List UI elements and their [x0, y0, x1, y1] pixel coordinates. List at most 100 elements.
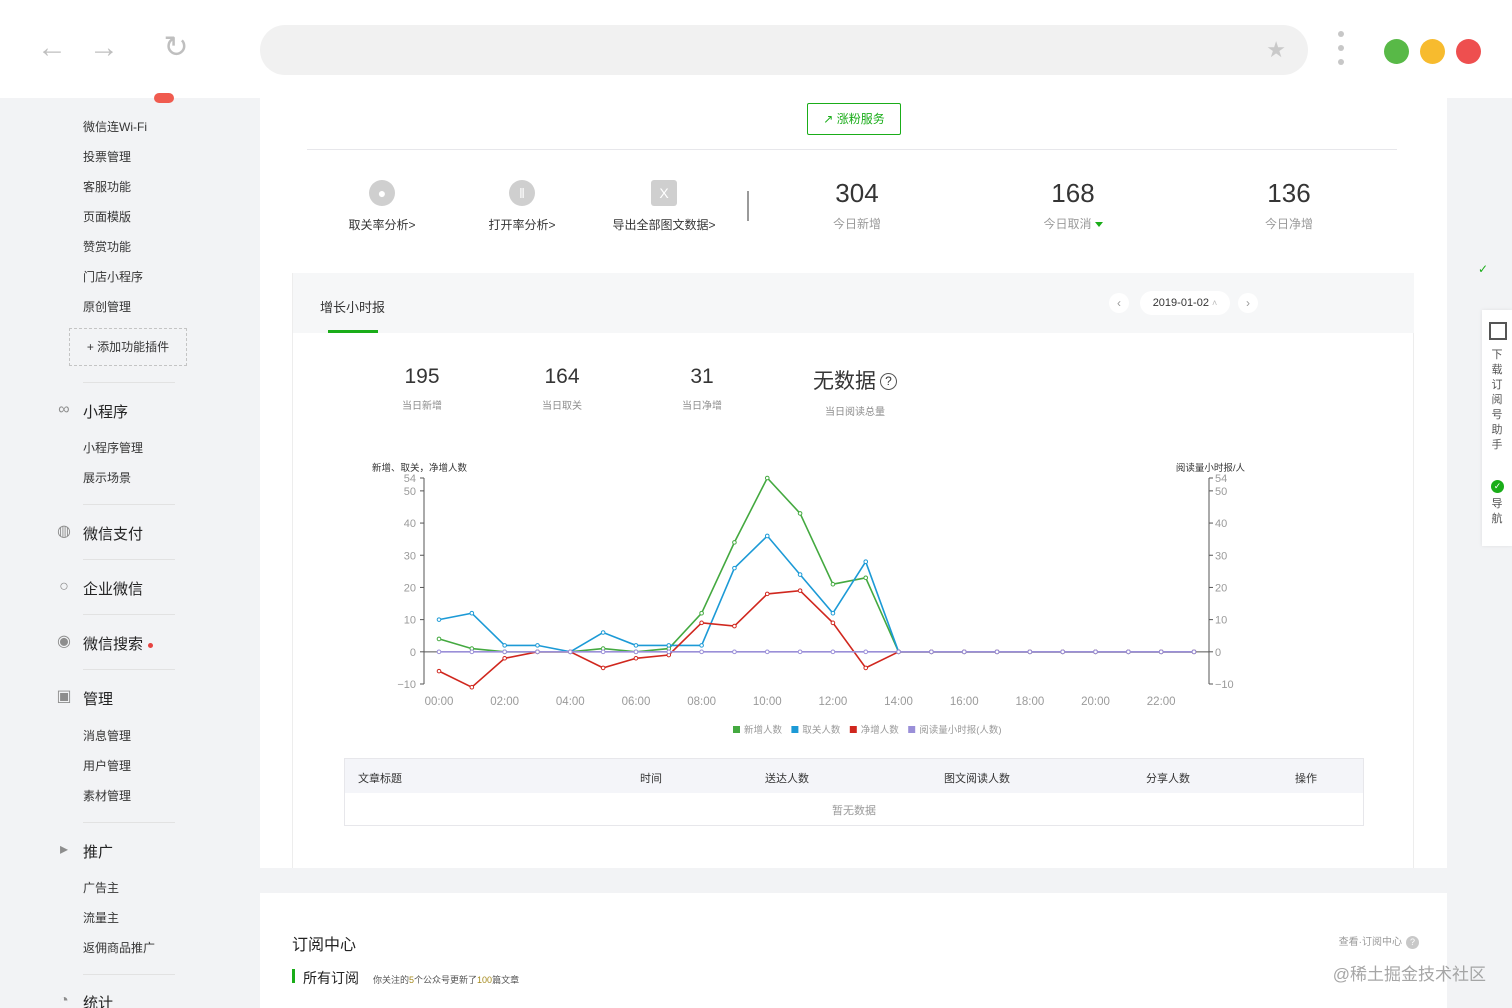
- window-minimize-dot[interactable]: [1420, 39, 1445, 64]
- sidebar-divider: [83, 559, 175, 560]
- sidebar-item-customer-service[interactable]: 客服功能: [83, 178, 131, 195]
- x-tick-label: 04:00: [556, 696, 585, 708]
- navigation-icon[interactable]: ✓: [1491, 480, 1504, 493]
- column-header-reads: 图文阅读人数: [944, 773, 1010, 785]
- y-tick-label-right: 30: [1215, 550, 1227, 562]
- floating-side-toolbar: 下载订阅号助手 ✓ 导航: [1482, 310, 1512, 546]
- help-icon[interactable]: ?: [880, 373, 897, 390]
- sidebar-section-wechat-search[interactable]: 微信搜索: [83, 633, 154, 654]
- window-maximize-dot[interactable]: [1384, 39, 1409, 64]
- articles-table: 文章标题 时间 送达人数 图文阅读人数 分享人数 操作 暂无数据: [344, 758, 1364, 826]
- legend-label: 新增人数: [744, 724, 783, 736]
- growth-chart-icon: ↗: [823, 112, 837, 126]
- y-tick-label-left: 40: [404, 518, 416, 530]
- add-plugin-button[interactable]: + 添加功能插件: [69, 328, 187, 366]
- sidebar-section-work-wechat[interactable]: 企业微信: [83, 578, 143, 599]
- sidebar-item-display-scene[interactable]: 展示场景: [83, 469, 131, 486]
- today-cancel-stat: 168 今日取消: [1003, 178, 1143, 232]
- download-assistant-link[interactable]: 下载订阅号助手: [1490, 348, 1504, 453]
- sidebar-item-vote[interactable]: 投票管理: [83, 148, 131, 165]
- data-point: [863, 575, 869, 581]
- card-title[interactable]: 增长小时报: [320, 297, 385, 316]
- data-point: [436, 636, 442, 642]
- sidebar-section-wechat-pay[interactable]: 微信支付: [83, 523, 143, 544]
- new-badge: [153, 92, 174, 103]
- sidebar-item-mini-program-manage[interactable]: 小程序管理: [83, 439, 143, 456]
- subscription-panel: 订阅中心 查看·订阅中心? 所有订阅 你关注的5个公众号更新了100篇文章: [260, 893, 1447, 1008]
- stats-pie-icon: ◔: [59, 992, 69, 1008]
- sidebar-item-material-manage[interactable]: 素材管理: [83, 787, 131, 804]
- sidebar-item-message-manage[interactable]: 消息管理: [83, 727, 131, 744]
- sidebar-item-commission-goods[interactable]: 返佣商品推广: [83, 939, 155, 956]
- data-point: [502, 655, 507, 661]
- tool-label: 导出全部图文数据>: [612, 218, 716, 232]
- sidebar-item-page-template[interactable]: 页面模版: [83, 208, 131, 225]
- browser-chrome: ← → ↻ ★: [0, 0, 1512, 98]
- sidebar-divider: [83, 614, 175, 615]
- help-icon[interactable]: ?: [1406, 935, 1419, 949]
- data-point: [469, 649, 475, 655]
- sidebar-item-store-miniprogram[interactable]: 门店小程序: [83, 268, 143, 285]
- unfollow-rate-tool[interactable]: ● 取关率分析>: [312, 180, 452, 233]
- qr-code-icon[interactable]: [1489, 322, 1507, 340]
- y-tick-label-right: 54: [1215, 473, 1227, 485]
- sidebar-item-user-manage[interactable]: 用户管理: [83, 757, 131, 774]
- all-subscriptions-tab[interactable]: 所有订阅: [303, 968, 359, 988]
- sidebar-item-original[interactable]: 原创管理: [83, 298, 131, 315]
- data-point: [699, 649, 704, 655]
- work-wechat-icon: ○: [59, 578, 69, 595]
- sidebar-item-advertiser[interactable]: 广告主: [83, 879, 119, 896]
- user-icon: ●: [369, 180, 395, 206]
- bookmark-star-icon[interactable]: ★: [1266, 37, 1286, 63]
- next-date-button[interactable]: ›: [1238, 293, 1258, 313]
- prev-date-button[interactable]: ‹: [1109, 293, 1129, 313]
- sidebar-section-promote[interactable]: 推广: [83, 841, 113, 862]
- data-point: [568, 649, 573, 655]
- sidebar-item-partial[interactable]: [83, 90, 174, 104]
- open-rate-tool[interactable]: ‖ 打开率分析>: [452, 180, 592, 233]
- y-tick-label-left: 10: [404, 615, 416, 627]
- more-menu-icon[interactable]: [1335, 28, 1347, 72]
- sidebar-item-traffic-owner[interactable]: 流量主: [83, 909, 119, 926]
- navigation-link[interactable]: 导航: [1490, 497, 1504, 527]
- data-point: [797, 588, 803, 593]
- forward-arrow-icon[interactable]: →: [86, 30, 122, 66]
- data-point: [502, 649, 507, 655]
- brand-logo-icon[interactable]: ✓: [1478, 262, 1488, 276]
- data-point: [469, 684, 475, 690]
- y-tick-label-left: 30: [404, 550, 416, 562]
- address-bar[interactable]: ★: [260, 25, 1308, 75]
- note-text: 你关注的: [373, 975, 410, 985]
- column-header-shares: 分享人数: [1146, 773, 1190, 785]
- data-point: [436, 617, 442, 622]
- column-header-time: 时间: [640, 773, 662, 785]
- data-point: [764, 591, 770, 597]
- plus-icon: +: [86, 340, 98, 354]
- grow-fans-button[interactable]: ↗ 涨粉服务: [807, 103, 901, 135]
- sidebar: 微信连Wi-Fi 投票管理 客服功能 页面模版 赞赏功能 门店小程序 原创管理 …: [0, 92, 260, 1008]
- y-tick-label-left: 0: [410, 647, 416, 659]
- data-point: [1093, 649, 1098, 655]
- sidebar-section-mini-program[interactable]: 小程序: [83, 401, 128, 422]
- date-picker[interactable]: 2019-01-02 ˄: [1140, 291, 1230, 315]
- data-point: [633, 649, 639, 655]
- data-point: [797, 511, 803, 516]
- y-tick-label-right: −10: [1215, 679, 1234, 691]
- sidebar-item-reward[interactable]: 赞赏功能: [83, 238, 131, 255]
- data-point: [1060, 649, 1065, 655]
- export-data-tool[interactable]: X 导出全部图文数据>: [594, 180, 734, 233]
- data-point: [699, 610, 704, 616]
- sidebar-section-manage[interactable]: 管理: [83, 688, 113, 709]
- data-point: [633, 655, 639, 661]
- reload-icon[interactable]: ↻: [158, 30, 194, 66]
- x-tick-label: 14:00: [884, 696, 913, 708]
- caret-down-icon[interactable]: [1094, 222, 1103, 228]
- kpi-unfollow: 164 当日取关: [502, 365, 622, 412]
- subscription-center-link[interactable]: 查看·订阅中心?: [1339, 933, 1419, 949]
- stat-value: 304: [835, 178, 879, 208]
- sidebar-section-stats[interactable]: 统计: [83, 992, 113, 1008]
- window-close-dot[interactable]: [1456, 39, 1481, 64]
- series-line: [438, 534, 1194, 653]
- back-arrow-icon[interactable]: ←: [34, 30, 70, 66]
- sidebar-item-wifi[interactable]: 微信连Wi-Fi: [83, 118, 147, 135]
